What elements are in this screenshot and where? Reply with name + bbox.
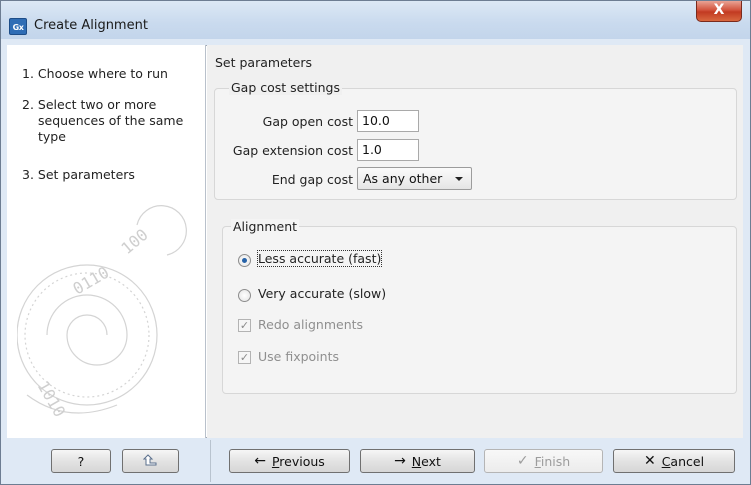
step-3-label: Set parameters — [37, 167, 135, 182]
undo-icon — [142, 454, 156, 466]
next-button[interactable]: → Next — [360, 449, 475, 473]
arrow-right-icon: → — [394, 453, 406, 469]
svg-text:100: 100 — [117, 225, 151, 258]
less-accurate-label[interactable]: Less accurate (fast) — [256, 250, 383, 267]
very-accurate-label[interactable]: Very accurate (slow) — [258, 286, 386, 301]
decorative-watermark-icon: 0110 1010 100 — [17, 205, 187, 421]
arrow-left-icon: ← — [254, 453, 266, 469]
use-fixpoints-checkbox[interactable]: ✓ — [238, 351, 251, 364]
gap-extension-input[interactable]: 1.0 — [357, 139, 419, 161]
step-2-label-line2: sequences of the same — [38, 113, 184, 128]
x-icon: ✕ — [643, 453, 656, 469]
finish-button[interactable]: ✓ Finish — [484, 449, 603, 473]
section-title: Set parameters — [215, 55, 313, 70]
end-gap-select[interactable]: As any other — [357, 167, 472, 190]
step-2-label-line1: Select two or more — [37, 97, 157, 112]
redo-alignments-checkbox[interactable]: ✓ — [238, 319, 251, 332]
step-1: 1. Choose where to run — [22, 66, 168, 81]
app-icon: Gx — [9, 18, 27, 35]
button-bar-divider — [210, 440, 211, 482]
alignment-group-label: Alignment — [231, 219, 300, 234]
svg-text:1010: 1010 — [34, 378, 70, 421]
window-title: Create Alignment — [34, 18, 148, 33]
help-button[interactable]: ? — [51, 449, 111, 473]
close-button[interactable]: X — [696, 1, 742, 22]
reset-button[interactable] — [122, 449, 179, 473]
svg-text:0110: 0110 — [70, 263, 113, 299]
step-2: 2. Select two or more sequences of the s… — [22, 97, 184, 144]
gap-open-label: Gap open cost — [262, 114, 353, 129]
cancel-button[interactable]: ✕ Cancel — [613, 449, 735, 473]
very-accurate-radio[interactable] — [238, 289, 251, 302]
checkmark-icon: ✓ — [516, 453, 529, 469]
redo-alignments-label: Redo alignments — [258, 317, 364, 332]
use-fixpoints-label: Use fixpoints — [258, 349, 339, 364]
step-3: 3. Set parameters — [22, 167, 135, 182]
less-accurate-radio[interactable] — [238, 254, 251, 267]
end-gap-select-value: As any other — [363, 171, 443, 186]
step-1-label: Choose where to run — [37, 66, 168, 81]
previous-button[interactable]: ← Previous — [229, 449, 350, 473]
title-bar[interactable]: Gx Create Alignment X — [1, 1, 750, 39]
end-gap-label: End gap cost — [271, 172, 353, 187]
help-label: ? — [77, 453, 85, 469]
step-2-label-line3: type — [38, 129, 66, 144]
chevron-down-icon — [455, 177, 463, 181]
gap-extension-label: Gap extension cost — [232, 143, 353, 158]
steps-panel: 1. Choose where to run 2. Select two or … — [7, 45, 206, 438]
gap-open-input[interactable]: 10.0 — [357, 110, 419, 132]
gap-cost-group-label: Gap cost settings — [229, 80, 343, 95]
